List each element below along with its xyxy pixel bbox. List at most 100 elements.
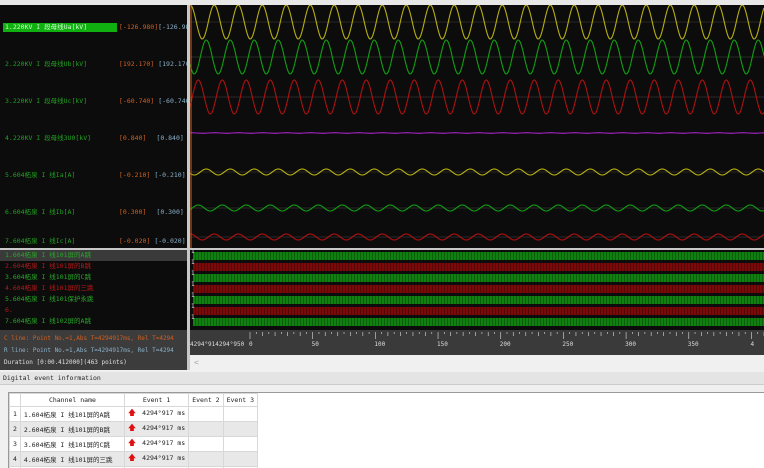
- rising-edge-arrow-icon: 🡅: [127, 408, 137, 417]
- table-row[interactable]: 1 1.604柘泉 I 线101屏的A跳 🡅 4294°917 ms: [9, 406, 259, 422]
- r-value: [-126.980]: [158, 23, 187, 31]
- row-index: 4: [9, 451, 21, 467]
- analog-channel-6[interactable]: 6.604柘泉 I 线Ib[A] [0.300] [0.300]: [3, 208, 184, 217]
- axis-tick-label: 300: [625, 341, 636, 348]
- state-label: 1: [191, 303, 195, 310]
- c-value: [-60.740]: [119, 97, 155, 105]
- axis-tick-label: 200: [499, 341, 511, 348]
- table-row[interactable]: 2 2.604柘泉 I 线101屏的B跳 🡅 4294°917 ms: [9, 421, 259, 437]
- state-label: 1: [191, 314, 195, 321]
- digital-channel-1[interactable]: 1.604柘泉 I 线101屏的A跳: [0, 250, 187, 261]
- axis-tick-label: 350: [687, 341, 699, 348]
- digital-trace-6: 1: [191, 303, 764, 315]
- r-value: [-0.210]: [154, 171, 186, 179]
- scroll-left-icon[interactable]: <: [194, 358, 199, 367]
- axis-tick-label: 4: [750, 341, 755, 348]
- analog-waveform-area[interactable]: [190, 5, 764, 248]
- digital-trace-5: 1: [191, 292, 764, 304]
- col-index: [9, 393, 21, 407]
- c-value: [-0.210]: [119, 171, 151, 179]
- analog-channel-2[interactable]: 2.220KV I 段母线Ub[kV] [192.170][192.170]: [3, 60, 187, 69]
- digital-channel-6[interactable]: 6.: [5, 305, 13, 316]
- channel-name: 7.604柘泉 I 线Ic[A]: [5, 237, 76, 245]
- channel-name: 3.220KV I 段母线Uc[kV]: [5, 97, 88, 105]
- digital-trace-1: 1: [191, 250, 764, 260]
- r-value: [192.170]: [158, 60, 187, 68]
- axis-tick-label: 0: [249, 341, 253, 348]
- analog-channel-3[interactable]: 3.220KV I 段母线Uc[kV] [-60.740][-60.740]: [3, 97, 187, 106]
- r-value: [-60.740]: [158, 97, 187, 105]
- axis-tick-label: 50: [311, 341, 319, 348]
- state-label: 1: [191, 281, 195, 288]
- digital-trace-4: 1: [191, 281, 764, 293]
- c-value: [0.840]: [119, 134, 147, 142]
- r-value: [-0.020]: [154, 237, 186, 245]
- horizontal-scrollbar[interactable]: <: [190, 355, 764, 370]
- row-event-1: 🡅 4294°917 ms: [123, 406, 190, 422]
- channel-name: 1.220KV I 段母线Ua[kV]: [3, 23, 117, 32]
- digital-trace-7: 1: [191, 314, 764, 326]
- rising-edge-arrow-icon: 🡅: [127, 423, 137, 432]
- row-channel-name: 2.604柘泉 I 线101屏的B跳: [19, 421, 125, 437]
- analog-channel-list: 1.220KV I 段母线Ua[kV][-126.980][-126.980] …: [0, 5, 187, 248]
- row-index: 2: [9, 421, 21, 437]
- c-value: [-126.980]: [119, 23, 159, 31]
- state-label: 1: [191, 250, 195, 255]
- row-index: 3: [9, 436, 21, 452]
- row-channel-name: 4.604柘泉 I 线101屏的三跳: [19, 451, 125, 467]
- state-label: 1: [191, 259, 195, 266]
- col-event-3[interactable]: Event 3: [222, 393, 259, 407]
- cursor-info-panel: C line: Point No.=1,Abs T=4294917ms, Rel…: [0, 330, 187, 370]
- digital-channel-2[interactable]: 2.604柘泉 I 线101屏的B跳: [5, 261, 91, 272]
- digital-channel-7[interactable]: 7.604柘泉 I 线102屏的A跳: [5, 316, 91, 327]
- analog-channel-7[interactable]: 7.604柘泉 I 线Ic[A] [-0.020] [-0.020]: [3, 237, 186, 246]
- r-value: [0.840]: [156, 134, 184, 142]
- row-event-1: 🡅 4294°917 ms: [123, 421, 190, 437]
- digital-event-title: Digital event information: [0, 372, 764, 385]
- time-axis: 4294°914294°950 0 50 100 150 200 250 300 350 4: [190, 330, 764, 355]
- analog-channel-1[interactable]: 1.220KV I 段母线Ua[kV][-126.980][-126.980]: [3, 23, 187, 32]
- row-event-3: [222, 451, 259, 467]
- event-time: 4294°917 ms: [142, 439, 186, 447]
- r-value: [0.300]: [156, 208, 184, 216]
- axis-tick-label: 250: [562, 341, 574, 348]
- row-channel-name: 3.604柘泉 I 线101屏的C跳: [19, 436, 125, 452]
- analog-channel-4[interactable]: 4.220KV I 段母线3U0[kV] [0.840] [0.840]: [3, 134, 184, 143]
- col-event-1[interactable]: Event 1: [123, 393, 190, 407]
- row-index: 1: [9, 406, 21, 422]
- row-event-2: [188, 436, 224, 452]
- col-channel-name[interactable]: Channel name: [19, 393, 125, 407]
- digital-channel-list: 1.604柘泉 I 线101屏的A跳 2.604柘泉 I 线101屏的B跳 3.…: [0, 250, 187, 330]
- r-line-info: R line: Point No.=1,Abs T=4294917ms, Rel…: [4, 347, 174, 354]
- table-row[interactable]: 3 3.604柘泉 I 线101屏的C跳 🡅 4294°917 ms: [9, 436, 259, 452]
- digital-trace-2: 1: [191, 259, 764, 271]
- channel-name: 2.220KV I 段母线Ub[kV]: [5, 60, 88, 68]
- axis-ticks: [249, 332, 764, 339]
- digital-channel-5[interactable]: 5.604柘泉 I 线101保护永跳: [5, 294, 94, 305]
- row-event-2: [188, 451, 224, 467]
- channel-name: 5.604柘泉 I 线Ia[A]: [5, 171, 76, 179]
- digital-waveform-area[interactable]: 1 1 1 1 1 1 1: [190, 250, 764, 330]
- channel-name: 6.604柘泉 I 线Ib[A]: [5, 208, 76, 216]
- analog-trace-4: [190, 132, 764, 134]
- analog-channel-5[interactable]: 5.604柘泉 I 线Ia[A] [-0.210] [-0.210]: [3, 171, 186, 180]
- state-label: 1: [191, 270, 195, 277]
- row-event-2: [188, 406, 224, 422]
- digital-event-table: Channel name Event 1 Event 2 Event 3 1 1…: [8, 392, 764, 468]
- c-value: [-0.020]: [119, 237, 151, 245]
- c-value: [192.170]: [119, 60, 155, 68]
- table-row[interactable]: 4 4.604柘泉 I 线101屏的三跳 🡅 4294°917 ms: [9, 451, 259, 467]
- row-channel-name: 1.604柘泉 I 线101屏的A跳: [19, 406, 125, 422]
- row-event-1: 🡅 4294°917 ms: [123, 436, 190, 452]
- rising-edge-arrow-icon: 🡅: [127, 438, 137, 447]
- row-event-3: [222, 406, 259, 422]
- digital-channel-3[interactable]: 3.604柘泉 I 线101屏的C跳: [5, 272, 91, 283]
- event-time: 4294°917 ms: [142, 409, 186, 417]
- axis-start-label: 4294°914294°950: [190, 341, 245, 348]
- c-line-info: C line: Point No.=1,Abs T=4294917ms, Rel…: [4, 335, 174, 342]
- col-event-2[interactable]: Event 2: [188, 393, 224, 407]
- duration-info: Duration [0:00.412000](463 points): [4, 359, 127, 366]
- digital-channel-4[interactable]: 4.604柘泉 I 线101屏的三跳: [5, 283, 94, 294]
- event-time: 4294°917 ms: [142, 454, 186, 462]
- row-event-2: [188, 421, 224, 437]
